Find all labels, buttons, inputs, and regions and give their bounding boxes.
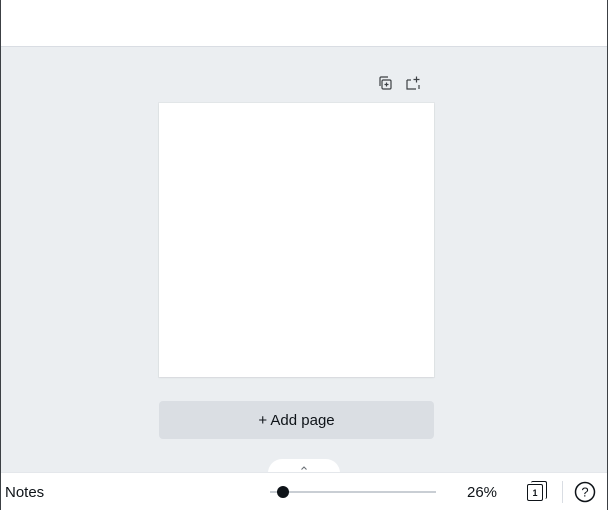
divider — [562, 481, 563, 503]
page-tools — [376, 74, 422, 92]
page-count: 1 — [527, 484, 543, 501]
add-page-icon[interactable] — [404, 74, 422, 92]
add-page-button[interactable]: + Add page — [159, 401, 434, 439]
notes-button[interactable]: Notes — [5, 484, 44, 501]
zoom-slider-thumb[interactable] — [277, 486, 290, 498]
duplicate-page-icon[interactable] — [376, 74, 394, 92]
drawer-toggle[interactable] — [268, 459, 340, 473]
page-count-button[interactable]: 1 — [525, 481, 549, 503]
zoom-level[interactable]: 26% — [467, 484, 497, 501]
top-toolbar-area — [0, 0, 608, 47]
design-page[interactable] — [159, 103, 434, 377]
zoom-slider-track — [270, 491, 436, 493]
zoom-slider[interactable] — [270, 486, 436, 498]
footer-bar: Notes 26% 1 ? — [0, 472, 608, 511]
svg-text:?: ? — [581, 485, 588, 500]
help-icon: ? — [574, 481, 596, 503]
help-button[interactable]: ? — [574, 481, 596, 503]
